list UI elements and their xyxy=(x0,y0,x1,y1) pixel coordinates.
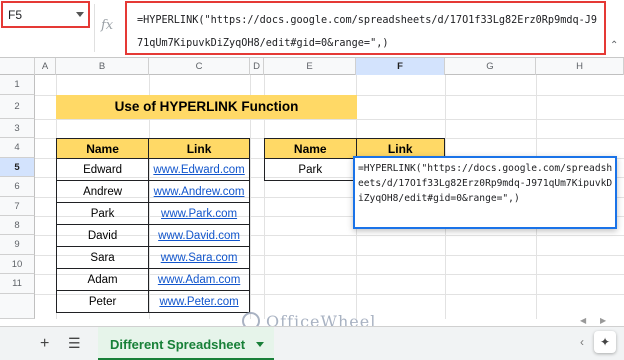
name-box-value: F5 xyxy=(8,8,23,22)
table-row: Adam www.Adam.com xyxy=(55,268,250,291)
row-header-5[interactable]: 5 xyxy=(0,158,35,177)
column-header-d[interactable]: D xyxy=(250,58,264,75)
column-header-e[interactable]: E xyxy=(264,58,356,75)
expand-formula-bar-icon[interactable]: ⌃ xyxy=(610,40,618,51)
header-name[interactable]: Name xyxy=(55,138,150,159)
link-cell[interactable]: www.Andrew.com xyxy=(148,180,250,203)
name-cell[interactable]: Park xyxy=(55,202,150,225)
sheet-tab-label: Different Spreadsheet xyxy=(110,337,246,352)
name-cell[interactable]: Edward xyxy=(55,158,150,181)
table-row: Peter www.Peter.com xyxy=(55,290,250,313)
hyperlink[interactable]: www.Peter.com xyxy=(159,296,238,308)
row-header-2[interactable]: 2 xyxy=(0,95,35,119)
all-sheets-menu-icon[interactable]: ☰ xyxy=(68,335,81,352)
explore-icon[interactable]: ✦ xyxy=(594,331,616,353)
column-header-g[interactable]: G xyxy=(445,58,536,75)
formula-text: =HYPERLINK("https://docs.google.com/spre… xyxy=(137,15,598,49)
link-cell[interactable]: www.Peter.com xyxy=(148,290,250,313)
header-name[interactable]: Name xyxy=(264,138,357,159)
row-header-11[interactable]: 11 xyxy=(0,274,35,294)
table-row: Edward www.Edward.com xyxy=(55,158,250,181)
table-row: Sara www.Sara.com xyxy=(55,246,250,269)
sheet-tab-active[interactable]: Different Spreadsheet xyxy=(98,327,274,360)
row-header-4[interactable]: 4 xyxy=(0,138,35,158)
hyperlink[interactable]: www.Adam.com xyxy=(158,274,240,286)
add-sheet-icon[interactable]: + xyxy=(40,335,49,353)
table-row: David www.David.com xyxy=(55,224,250,247)
row-header-8[interactable]: 8 xyxy=(0,216,35,235)
table-header-row: Name Link xyxy=(55,138,250,159)
name-cell[interactable]: Park xyxy=(264,158,357,181)
grid-line xyxy=(35,119,624,120)
column-header-b[interactable]: B xyxy=(56,58,149,75)
hyperlink[interactable]: www.Sara.com xyxy=(161,252,238,264)
row-header-1[interactable]: 1 xyxy=(0,75,35,95)
cell-editor-text: =HYPERLINK("https://docs.google.com/spre… xyxy=(358,163,613,204)
link-cell[interactable]: www.Adam.com xyxy=(148,268,250,291)
link-cell[interactable]: www.Park.com xyxy=(148,202,250,225)
row-header-10[interactable]: 10 xyxy=(0,255,35,274)
name-cell[interactable]: Sara xyxy=(55,246,150,269)
fx-icon: fx xyxy=(101,18,114,33)
column-header-f[interactable]: F xyxy=(356,58,445,75)
name-cell[interactable]: Peter xyxy=(55,290,150,313)
sheet-tab-dropdown-icon[interactable] xyxy=(256,342,264,347)
table-row: Park www.Park.com xyxy=(55,202,250,225)
formula-bar-area: F5 fx =HYPERLINK("https://docs.google.co… xyxy=(0,0,624,58)
formula-input[interactable]: =HYPERLINK("https://docs.google.com/spre… xyxy=(125,1,606,55)
table-row: Andrew www.Andrew.com xyxy=(55,180,250,203)
title-cell[interactable]: Use of HYPERLINK Function xyxy=(56,95,357,119)
name-cell[interactable]: David xyxy=(55,224,150,247)
formula-bar-divider xyxy=(94,4,95,52)
sheet-tabs-bar: + ☰ Different Spreadsheet ‹ › xyxy=(0,326,624,360)
hyperlink[interactable]: www.Edward.com xyxy=(153,164,244,176)
name-cell[interactable]: Andrew xyxy=(55,180,150,203)
hyperlink[interactable]: www.Park.com xyxy=(161,208,237,220)
hyperlink[interactable]: www.Andrew.com xyxy=(154,186,245,198)
row-header-empty xyxy=(0,294,35,319)
names-links-table: Name Link Edward www.Edward.com Andrew w… xyxy=(55,138,250,313)
cell-editor[interactable]: =HYPERLINK("https://docs.google.com/spre… xyxy=(353,156,617,229)
column-header-h[interactable]: H xyxy=(536,58,624,75)
name-cell[interactable]: Adam xyxy=(55,268,150,291)
scroll-left-icon[interactable]: ◀ xyxy=(580,316,586,325)
link-cell[interactable]: www.David.com xyxy=(148,224,250,247)
column-header-bar: A B C D E F G H xyxy=(0,58,624,75)
tabs-scroll-left-icon[interactable]: ‹ xyxy=(580,335,584,349)
select-all-corner[interactable] xyxy=(0,58,35,75)
name-box[interactable]: F5 xyxy=(1,1,90,28)
link-cell[interactable]: www.Edward.com xyxy=(148,158,250,181)
row-header-6[interactable]: 6 xyxy=(0,177,35,197)
link-cell[interactable]: www.Sara.com xyxy=(148,246,250,269)
name-box-dropdown-icon[interactable] xyxy=(76,12,84,17)
row-header-9[interactable]: 9 xyxy=(0,235,35,255)
column-header-a[interactable]: A xyxy=(35,58,56,75)
scroll-right-icon[interactable]: ▶ xyxy=(600,316,606,325)
row-header-3[interactable]: 3 xyxy=(0,119,35,138)
row-header-7[interactable]: 7 xyxy=(0,197,35,216)
hyperlink[interactable]: www.David.com xyxy=(158,230,240,242)
header-link[interactable]: Link xyxy=(148,138,250,159)
column-header-c[interactable]: C xyxy=(149,58,250,75)
